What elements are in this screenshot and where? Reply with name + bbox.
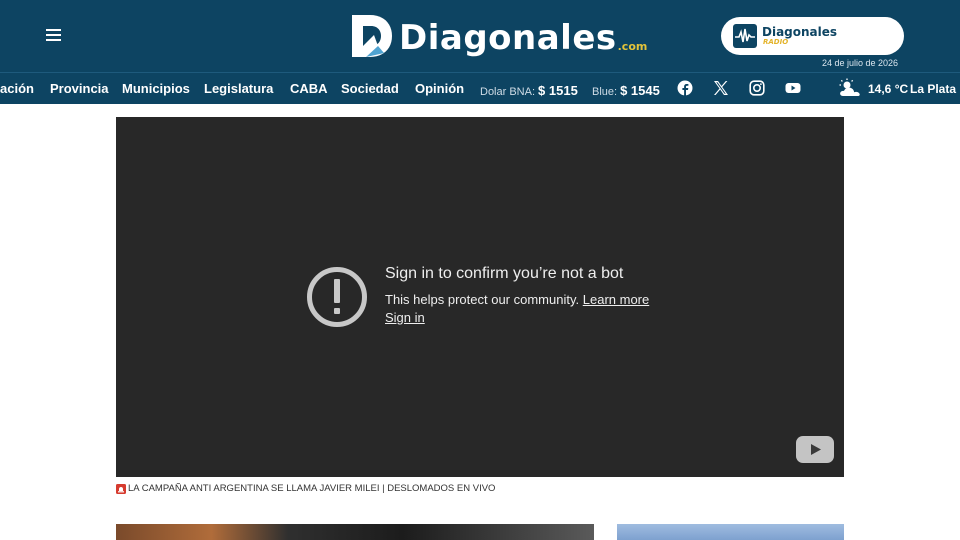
weather-temperature: 14,6 °C bbox=[868, 82, 909, 96]
nav-item-opinion[interactable]: Opinión bbox=[415, 81, 464, 96]
facebook-icon[interactable] bbox=[677, 80, 693, 96]
radio-logo-icon bbox=[733, 24, 757, 48]
news-thumbnail[interactable] bbox=[116, 524, 594, 540]
radio-subtitle: RADIO bbox=[763, 38, 789, 46]
bot-check-body: This helps protect our community. bbox=[385, 292, 580, 307]
nav-item-legislatura[interactable]: Legislatura bbox=[204, 81, 273, 96]
dolar-bna-value: $ 1515 bbox=[538, 83, 578, 98]
partly-cloudy-icon bbox=[839, 78, 860, 96]
news-thumbnail[interactable] bbox=[617, 524, 844, 540]
alert-icon bbox=[307, 267, 367, 327]
site-logo[interactable]: Diagonales .com bbox=[350, 13, 647, 59]
siren-icon bbox=[116, 483, 126, 494]
nav-item-provincia[interactable]: Provincia bbox=[50, 81, 109, 96]
main-nav: ación Provincia Municipios Legislatura C… bbox=[0, 72, 960, 104]
nav-item-sociedad[interactable]: Sociedad bbox=[341, 81, 399, 96]
weather-city[interactable]: La Plata | bbox=[910, 82, 960, 96]
logo-mark-icon bbox=[352, 15, 392, 57]
sign-in-link[interactable]: Sign in bbox=[385, 310, 425, 325]
logo-text: Diagonales bbox=[399, 18, 617, 58]
menu-icon[interactable] bbox=[46, 29, 62, 43]
nav-item-caba[interactable]: CABA bbox=[290, 81, 328, 96]
instagram-icon[interactable] bbox=[749, 80, 765, 96]
current-date: 24 de julio de 2026 bbox=[822, 58, 899, 68]
dolar-bna-rate: Dolar BNA: $ 1515 bbox=[480, 83, 578, 98]
youtube-icon[interactable] bbox=[785, 80, 801, 96]
video-caption-text: LA CAMPAÑA ANTI ARGENTINA SE LLAMA JAVIE… bbox=[128, 483, 496, 494]
radio-button[interactable]: Diagonales RADIO bbox=[721, 17, 904, 55]
embedded-video-player[interactable]: Sign in to confirm you’re not a bot This… bbox=[116, 117, 844, 477]
youtube-logo-icon[interactable] bbox=[796, 436, 834, 463]
site-header: Diagonales .com Diagonales RADIO 24 de j… bbox=[0, 0, 960, 72]
x-icon[interactable] bbox=[713, 80, 729, 96]
bot-check-message: This helps protect our community. Learn … bbox=[385, 292, 649, 307]
nav-item-nacion[interactable]: ación bbox=[0, 81, 34, 96]
learn-more-link[interactable]: Learn more bbox=[583, 292, 649, 307]
bot-check-title: Sign in to confirm you’re not a bot bbox=[385, 265, 624, 282]
radio-name: Diagonales bbox=[762, 25, 838, 39]
blue-value: $ 1545 bbox=[620, 83, 660, 98]
nav-item-municipios[interactable]: Municipios bbox=[122, 81, 190, 96]
logo-suffix: .com bbox=[617, 40, 648, 53]
video-caption: LA CAMPAÑA ANTI ARGENTINA SE LLAMA JAVIE… bbox=[116, 483, 495, 494]
blue-label: Blue: bbox=[592, 86, 618, 98]
dolar-bna-label: Dolar BNA: bbox=[480, 86, 536, 98]
blue-rate: Blue: $ 1545 bbox=[592, 83, 660, 98]
